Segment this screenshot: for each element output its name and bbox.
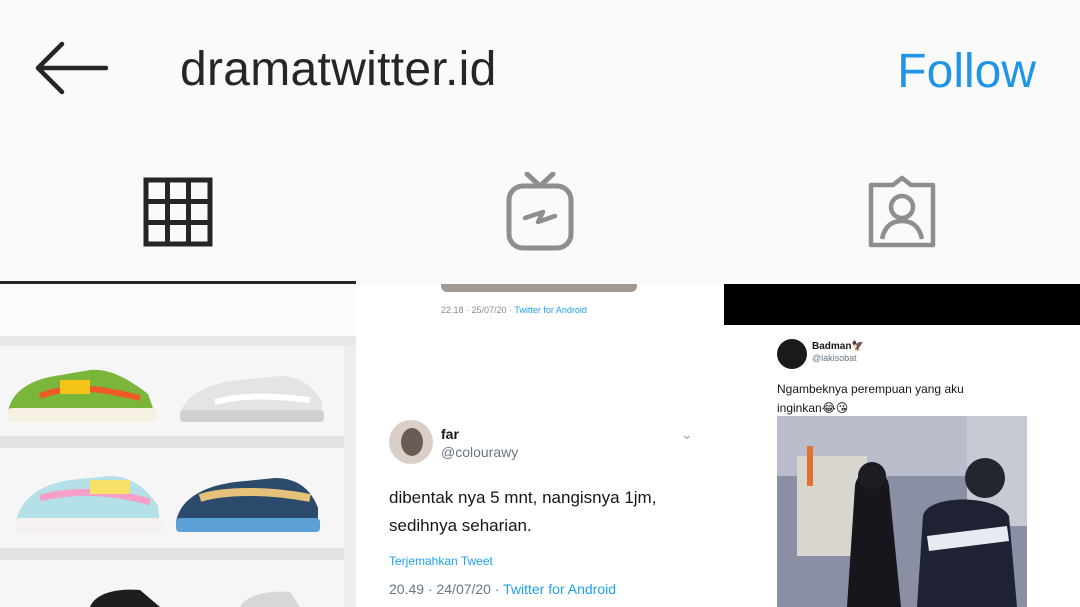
previous-tweet-meta: 22.18 · 25/07/20 · Twitter for Android <box>441 305 587 315</box>
video-frame <box>777 416 1027 607</box>
tab-tagged[interactable] <box>724 140 1080 284</box>
translate-tweet-link: Terjemahkan Tweet <box>389 554 493 568</box>
post-thumbnail-sneakers[interactable] <box>0 284 356 607</box>
sneaker-shelf-photo <box>0 284 356 607</box>
tweet-author-handle: @colourawy <box>441 444 519 460</box>
tab-igtv[interactable] <box>356 140 724 284</box>
follow-button[interactable]: Follow <box>897 42 1036 102</box>
post-thumbnail-video[interactable]: Badman🦅 @lakisobat Ngambeknya perempuan … <box>724 284 1080 607</box>
avatar <box>777 339 807 369</box>
tweet-text: Ngambeknya perempuan yang aku inginkan😂😘 <box>777 382 964 415</box>
previous-tweet-image <box>441 284 637 292</box>
back-button[interactable] <box>30 36 114 100</box>
chevron-down-icon: ⌄ <box>681 426 693 442</box>
igtv-icon <box>506 172 574 251</box>
posts-grid: 22.18 · 25/07/20 · Twitter for Android f… <box>0 284 1080 607</box>
profile-header: dramatwitter.id Follow <box>0 0 1080 140</box>
arrow-left-icon <box>35 41 109 95</box>
tweet-author-name: Badman🦅 <box>812 341 864 352</box>
tab-posts-grid[interactable] <box>0 140 356 284</box>
video-letterbox <box>724 284 1080 325</box>
post-thumbnail-tweet[interactable]: 22.18 · 25/07/20 · Twitter for Android f… <box>357 284 723 607</box>
play-icon <box>1014 352 1058 400</box>
avatar <box>389 420 433 464</box>
tagged-person-icon <box>868 175 936 248</box>
tweet-author-name: far <box>441 426 459 442</box>
tweet-text: dibentak nya 5 mnt, nangisnya 1jm, sedih… <box>389 488 657 535</box>
tweet-meta: 20.49 · 24/07/20 · Twitter for Android <box>389 581 616 597</box>
profile-username: dramatwitter.id <box>180 43 497 96</box>
profile-tabs <box>0 140 1080 284</box>
grid-icon <box>143 177 213 247</box>
tweet-author-handle: @lakisobat <box>812 353 857 363</box>
